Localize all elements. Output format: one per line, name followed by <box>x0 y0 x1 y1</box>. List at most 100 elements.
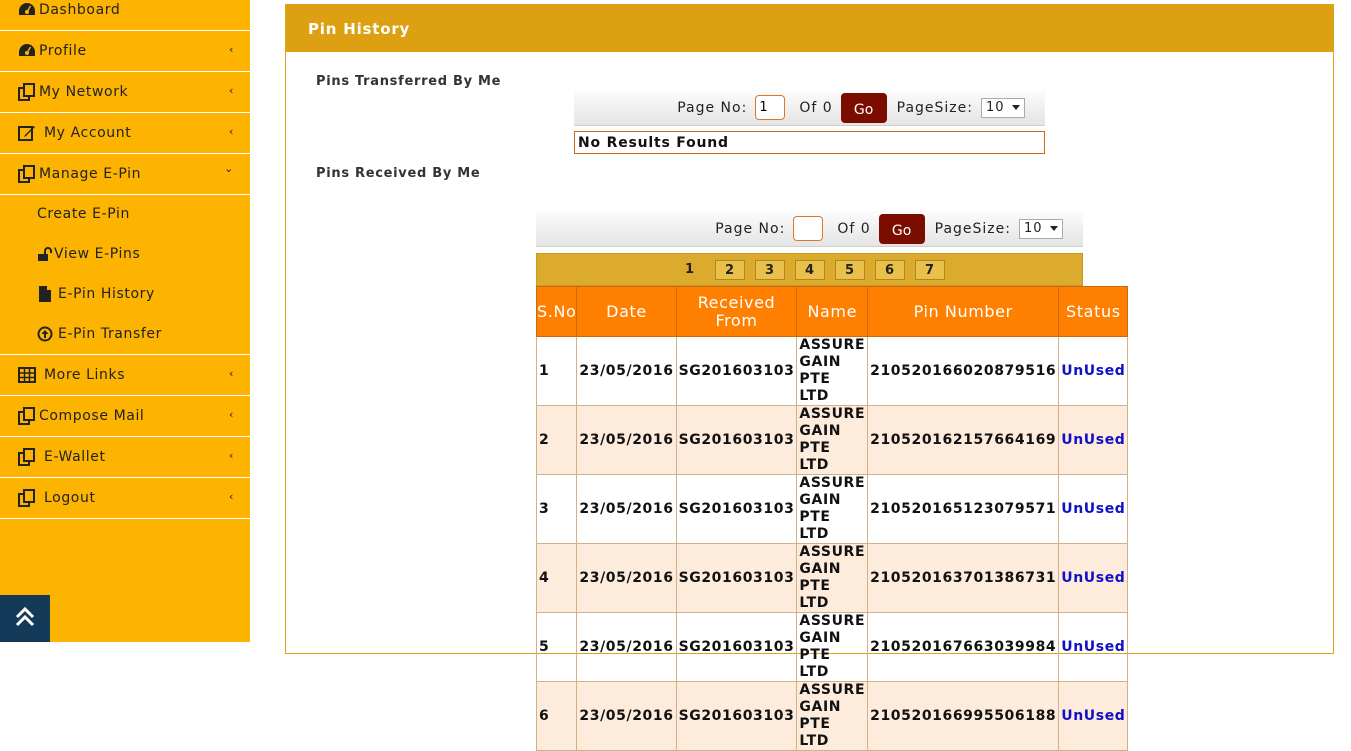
sidebar-item-label: My Account <box>44 125 132 141</box>
cell-date: 23/05/2016 <box>576 612 677 682</box>
sidebar-item-dashboard[interactable]: Dashboard <box>0 0 250 31</box>
cell-status: UnUsed <box>1058 543 1129 613</box>
column-header-received-from: Received From <box>675 286 798 337</box>
copy-icon <box>18 489 36 507</box>
sidebar-item-my-network[interactable]: My Network ‹ <box>0 72 250 113</box>
cell-pin-number: 210520167663039984 <box>867 612 1060 682</box>
copy-icon <box>18 448 36 466</box>
cell-sno: 6 <box>535 681 578 751</box>
sidebar-item-label: Profile <box>39 43 87 59</box>
copy-icon <box>18 407 36 425</box>
page-number-current: 1 <box>684 261 695 277</box>
cell-pin-number: 210520166020879516 <box>867 336 1060 406</box>
dashboard-icon <box>18 42 36 60</box>
chevron-left-icon: ‹ <box>229 449 234 462</box>
transferred-page-input[interactable] <box>755 95 786 120</box>
scroll-to-top-button[interactable] <box>0 595 50 642</box>
transferred-go-button[interactable]: Go <box>840 92 887 123</box>
sidebar-subitem-epin-history[interactable]: E-Pin History <box>0 274 250 314</box>
sidebar-item-label: Compose Mail <box>39 408 145 424</box>
sidebar-item-compose-mail[interactable]: Compose Mail ‹ <box>0 396 250 437</box>
sidebar-subitem-view-epins[interactable]: View E-Pins <box>0 234 250 274</box>
received-pagesize-select[interactable]: 10 <box>1019 218 1063 239</box>
cell-received-from: SG201603103 <box>675 543 798 613</box>
arrow-up-circle-icon <box>37 325 53 343</box>
sidebar-subitem-label: Create E-Pin <box>37 206 130 222</box>
caret-down-icon <box>1050 221 1058 236</box>
table-icon <box>18 366 36 384</box>
cell-status: UnUsed <box>1058 405 1129 475</box>
double-chevron-up-icon <box>14 606 36 632</box>
received-go-button[interactable]: Go <box>878 213 925 244</box>
cell-date: 23/05/2016 <box>576 543 677 613</box>
sidebar-subitem-label: E-Pin Transfer <box>58 326 162 342</box>
sidebar-item-my-account[interactable]: My Account ‹ <box>0 113 250 154</box>
sidebar-item-logout[interactable]: Logout ‹ <box>0 478 250 519</box>
cell-sno: 3 <box>535 474 578 544</box>
transferred-pager: Page No: Of 0 Go PageSize: 10 <box>574 90 1045 126</box>
cell-sno: 5 <box>535 612 578 682</box>
cell-name: ASSURE GAIN PTE LTD <box>796 336 869 406</box>
chevron-left-icon: ‹ <box>229 490 234 503</box>
cell-sno: 2 <box>535 405 578 475</box>
pagesize-label: PageSize: <box>934 220 1011 237</box>
received-page-input[interactable] <box>793 216 824 241</box>
sidebar-subitem-label: E-Pin History <box>58 286 155 302</box>
sidebar-item-label: Manage E-Pin <box>39 166 142 182</box>
transferred-pagesize-select[interactable]: 10 <box>981 97 1025 118</box>
cell-received-from: SG201603103 <box>675 681 798 751</box>
copy-icon <box>18 83 36 101</box>
cell-received-from: SG201603103 <box>675 612 798 682</box>
received-pager: Page No: Of 0 Go PageSize: 10 <box>536 211 1083 247</box>
received-section-title: Pins Received By Me <box>316 166 481 181</box>
cell-name: ASSURE GAIN PTE LTD <box>796 681 869 751</box>
column-header-sno: S.No <box>535 286 578 337</box>
chevron-left-icon: ‹ <box>229 125 234 138</box>
table-row: 3 23/05/2016 SG201603103 ASSURE GAIN PTE… <box>535 474 1129 544</box>
sidebar: Dashboard Profile ‹ My Network ‹ My Acco… <box>0 0 250 642</box>
chevron-left-icon: ‹ <box>229 408 234 421</box>
cell-sno: 4 <box>535 543 578 613</box>
sidebar-subitem-create-epin[interactable]: Create E-Pin <box>0 194 250 234</box>
cell-pin-number: 210520166995506188 <box>867 681 1060 751</box>
transferred-section-title: Pins Transferred By Me <box>316 74 502 89</box>
sidebar-item-label: My Network <box>39 84 129 100</box>
page-number-link[interactable]: 4 <box>794 259 825 280</box>
cell-name: ASSURE GAIN PTE LTD <box>796 474 869 544</box>
column-header-name: Name <box>796 286 869 337</box>
cell-received-from: SG201603103 <box>675 405 798 475</box>
cell-date: 23/05/2016 <box>576 336 677 406</box>
page-number-link[interactable]: 5 <box>834 259 865 280</box>
file-icon <box>37 285 53 303</box>
no-results-message: No Results Found <box>574 131 1045 154</box>
cell-status: UnUsed <box>1058 336 1129 406</box>
cell-date: 23/05/2016 <box>576 405 677 475</box>
sidebar-item-manage-epin[interactable]: Manage E-Pin ⌄ <box>0 154 250 195</box>
sidebar-item-more-links[interactable]: More Links ‹ <box>0 354 250 396</box>
table-row: 1 23/05/2016 SG201603103 ASSURE GAIN PTE… <box>535 336 1129 406</box>
sidebar-item-e-wallet[interactable]: E-Wallet ‹ <box>0 437 250 478</box>
sidebar-item-label: Logout <box>44 490 96 506</box>
copy-icon <box>18 165 36 183</box>
sidebar-item-profile[interactable]: Profile ‹ <box>0 31 250 72</box>
page-no-label: Page No: <box>715 220 786 237</box>
cell-date: 23/05/2016 <box>576 681 677 751</box>
cell-date: 23/05/2016 <box>576 474 677 544</box>
chevron-left-icon: ‹ <box>229 367 234 380</box>
page-number-link[interactable]: 3 <box>754 259 785 280</box>
pagesize-value: 10 <box>1024 221 1043 236</box>
page-number-link[interactable]: 7 <box>914 259 945 280</box>
unlock-icon <box>37 245 53 263</box>
page-number-link[interactable]: 6 <box>874 259 905 280</box>
table-header-row: S.No Date Received From Name Pin Number … <box>535 286 1129 337</box>
cell-pin-number: 210520162157664169 <box>867 405 1060 475</box>
panel-title: Pin History <box>286 5 1333 52</box>
page-number-link[interactable]: 2 <box>714 259 745 280</box>
chevron-left-icon: ‹ <box>229 43 234 56</box>
sidebar-subitem-epin-transfer[interactable]: E-Pin Transfer <box>0 314 250 354</box>
caret-down-icon <box>1012 100 1020 115</box>
table-row: 2 23/05/2016 SG201603103 ASSURE GAIN PTE… <box>535 405 1129 475</box>
column-header-date: Date <box>576 286 677 337</box>
pins-received-table: S.No Date Received From Name Pin Number … <box>535 286 1129 751</box>
cell-pin-number: 210520163701386731 <box>867 543 1060 613</box>
